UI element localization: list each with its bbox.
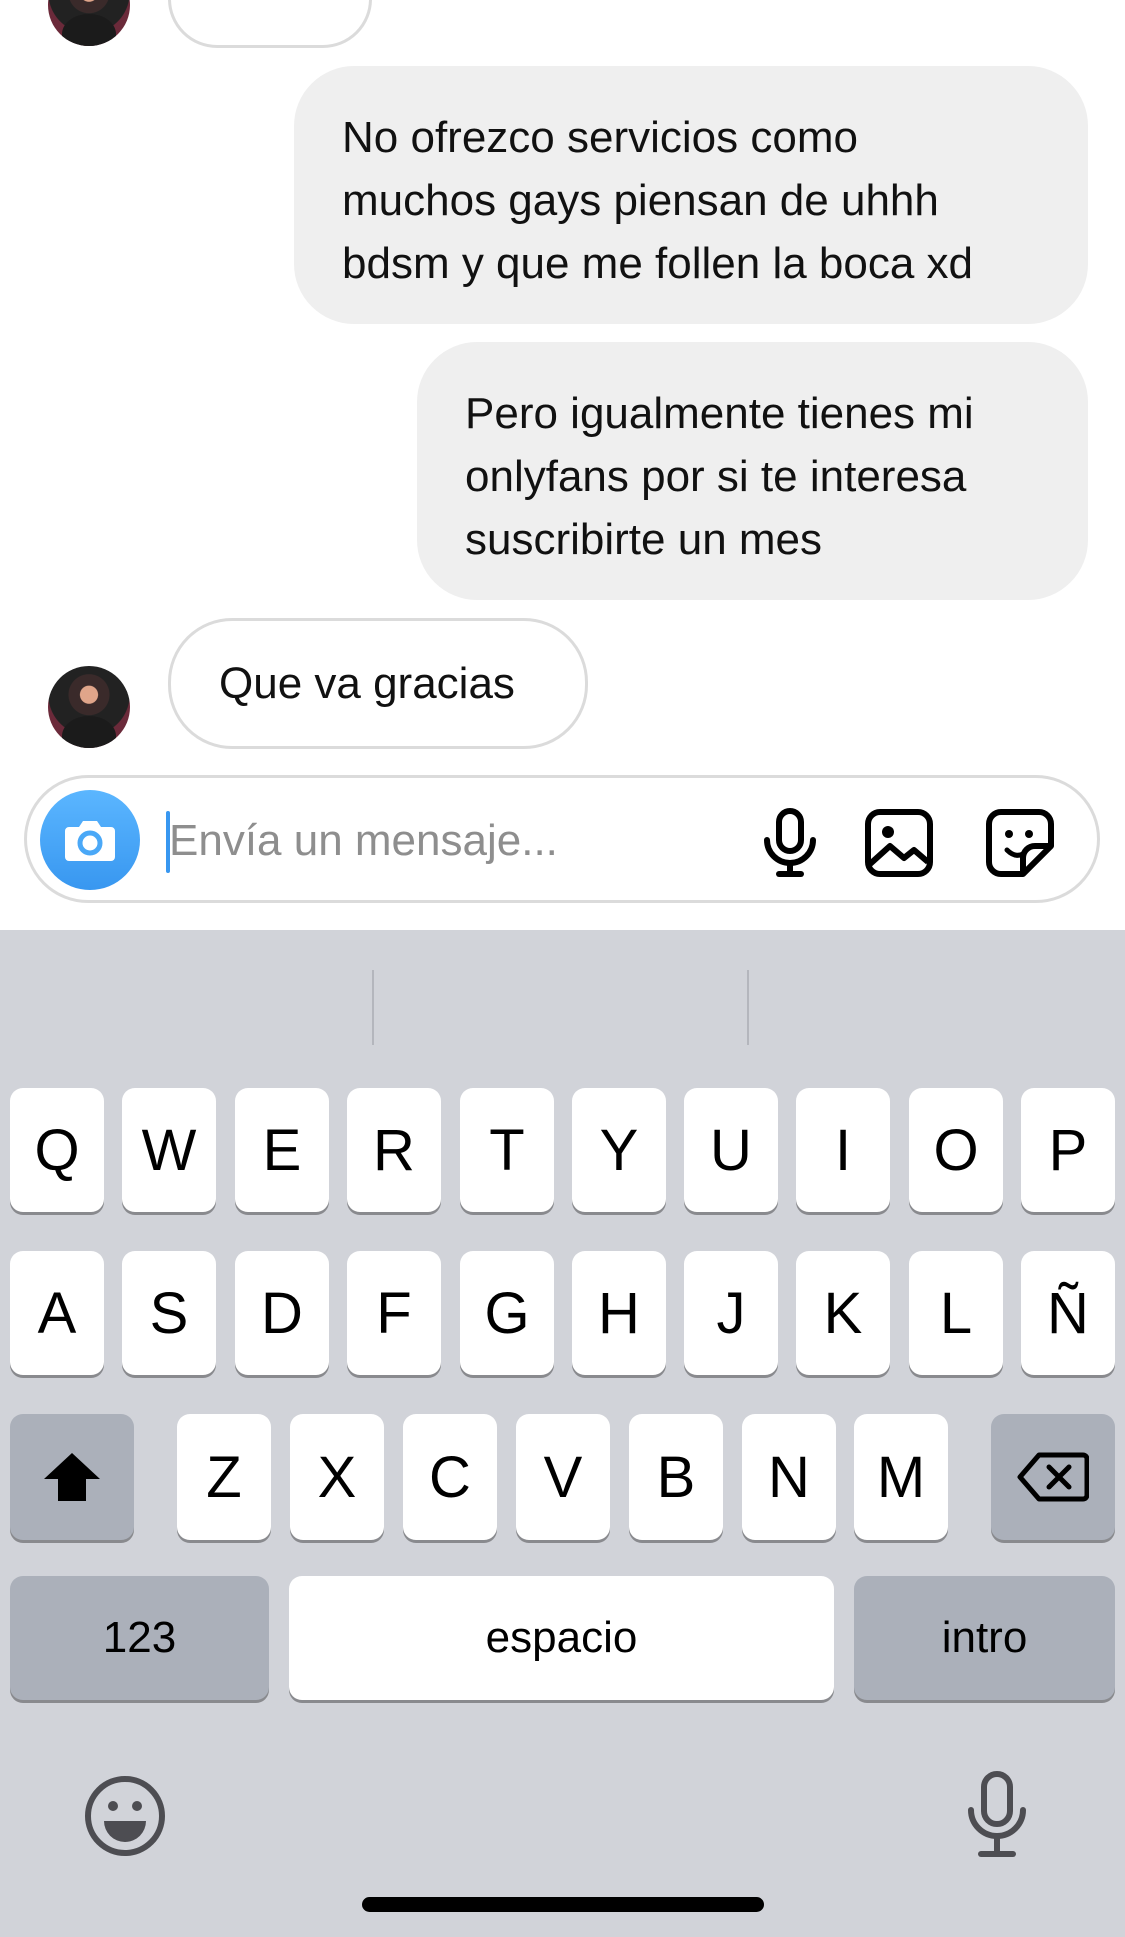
emoji-icon[interactable]: [84, 1775, 166, 1857]
key-g[interactable]: G: [460, 1251, 554, 1375]
key-y[interactable]: Y: [572, 1088, 666, 1212]
key-d[interactable]: D: [235, 1251, 329, 1375]
key-label: L: [939, 1280, 973, 1346]
key-label: Q: [34, 1117, 80, 1183]
gallery-icon[interactable]: [864, 808, 934, 878]
message-text: Que va gracias: [219, 658, 515, 708]
message-text: muchos gays piensan de uhhh: [342, 176, 939, 225]
key-j[interactable]: J: [684, 1251, 778, 1375]
key-label: K: [823, 1280, 863, 1346]
key-label: X: [317, 1444, 357, 1510]
message-text: Pero igualmente tienes mi: [465, 389, 974, 438]
key-x[interactable]: X: [290, 1414, 384, 1540]
keyboard: QWE R T Y U I O P A S D F G H J K L Ñ Z X C V B NM 123 espaci…: [0, 930, 1125, 1937]
key-t[interactable]: T: [460, 1088, 554, 1212]
suggestion-divider: [372, 970, 374, 1045]
key-a[interactable]: A: [10, 1251, 104, 1375]
home-indicator[interactable]: [362, 1897, 764, 1912]
sticker-icon[interactable]: [985, 808, 1055, 878]
key-p[interactable]: P: [1021, 1088, 1115, 1212]
key-label: Y: [599, 1117, 639, 1183]
key-k[interactable]: K: [796, 1251, 890, 1375]
key-label: Z: [206, 1444, 242, 1510]
key-label: S: [149, 1280, 189, 1346]
backspace-key[interactable]: [991, 1414, 1115, 1540]
shift-icon: [44, 1453, 100, 1501]
key-label: Ñ: [1047, 1280, 1089, 1346]
key-label: E: [262, 1117, 302, 1183]
numbers-key-label: 123: [102, 1613, 177, 1662]
key-z[interactable]: Z: [177, 1414, 271, 1540]
key-label: P: [1048, 1117, 1088, 1183]
message-bubble-outgoing[interactable]: Pero igualmente tienes mi onlyfans por s…: [417, 342, 1088, 600]
key-l[interactable]: L: [909, 1251, 1003, 1375]
backspace-icon: [1017, 1452, 1089, 1502]
key-label: R: [373, 1117, 415, 1183]
space-key-label: espacio: [485, 1613, 638, 1662]
key-label: W: [141, 1117, 197, 1183]
key-c[interactable]: C: [403, 1414, 497, 1540]
key-ñ[interactable]: Ñ: [1021, 1251, 1115, 1375]
contact-avatar[interactable]: [48, 0, 130, 46]
message-bubble-incoming[interactable]: Que va gracias: [168, 618, 588, 749]
message-composer: [24, 775, 1100, 903]
key-label: J: [716, 1280, 746, 1346]
key-b[interactable]: B: [629, 1414, 723, 1540]
camera-icon: [65, 821, 115, 861]
key-label: N: [768, 1444, 810, 1510]
key-i[interactable]: I: [796, 1088, 890, 1212]
dictation-icon[interactable]: [964, 1770, 1030, 1860]
key-label: A: [37, 1280, 77, 1346]
message-text: No ofrezco servicios como: [342, 113, 858, 162]
key-m[interactable]: M: [854, 1414, 948, 1540]
return-key[interactable]: intro: [854, 1576, 1115, 1700]
key-n[interactable]: N: [742, 1414, 836, 1540]
key-label: H: [598, 1280, 640, 1346]
message-text: onlyfans por si te interesa: [465, 452, 967, 501]
space-key[interactable]: espacio: [289, 1576, 834, 1700]
key-label: C: [429, 1444, 471, 1510]
microphone-icon[interactable]: [755, 808, 825, 878]
numbers-key[interactable]: 123: [10, 1576, 269, 1700]
chat-thread: No ofrezco servicios como muchos gays pi…: [0, 0, 1125, 930]
return-key-label: intro: [941, 1613, 1028, 1662]
key-label: F: [376, 1280, 412, 1346]
camera-button[interactable]: [40, 790, 140, 890]
key-s[interactable]: S: [122, 1251, 216, 1375]
message-text: suscribirte un mes: [465, 515, 823, 564]
message-text: bdsm y que me follen la boca xd: [342, 239, 974, 288]
message-input[interactable]: [169, 802, 729, 880]
key-v[interactable]: V: [516, 1414, 610, 1540]
suggestion-divider: [747, 970, 749, 1045]
shift-key[interactable]: [10, 1414, 134, 1540]
key-o[interactable]: O: [909, 1088, 1003, 1212]
key-label: I: [834, 1117, 852, 1183]
key-label: G: [484, 1280, 530, 1346]
key-u[interactable]: U: [684, 1088, 778, 1212]
key-label: M: [876, 1444, 926, 1510]
key-label: V: [543, 1444, 583, 1510]
key-e[interactable]: E: [235, 1088, 329, 1212]
key-label: T: [489, 1117, 525, 1183]
key-label: O: [933, 1117, 979, 1183]
key-label: B: [656, 1444, 696, 1510]
key-w[interactable]: W: [122, 1088, 216, 1212]
message-bubble-incoming[interactable]: [168, 0, 372, 48]
key-r[interactable]: R: [347, 1088, 441, 1212]
key-q[interactable]: Q: [10, 1088, 104, 1212]
message-bubble-outgoing[interactable]: No ofrezco servicios como muchos gays pi…: [294, 66, 1088, 324]
key-f[interactable]: F: [347, 1251, 441, 1375]
key-h[interactable]: H: [572, 1251, 666, 1375]
contact-avatar[interactable]: [48, 666, 130, 748]
key-label: D: [261, 1280, 303, 1346]
key-label: U: [710, 1117, 752, 1183]
